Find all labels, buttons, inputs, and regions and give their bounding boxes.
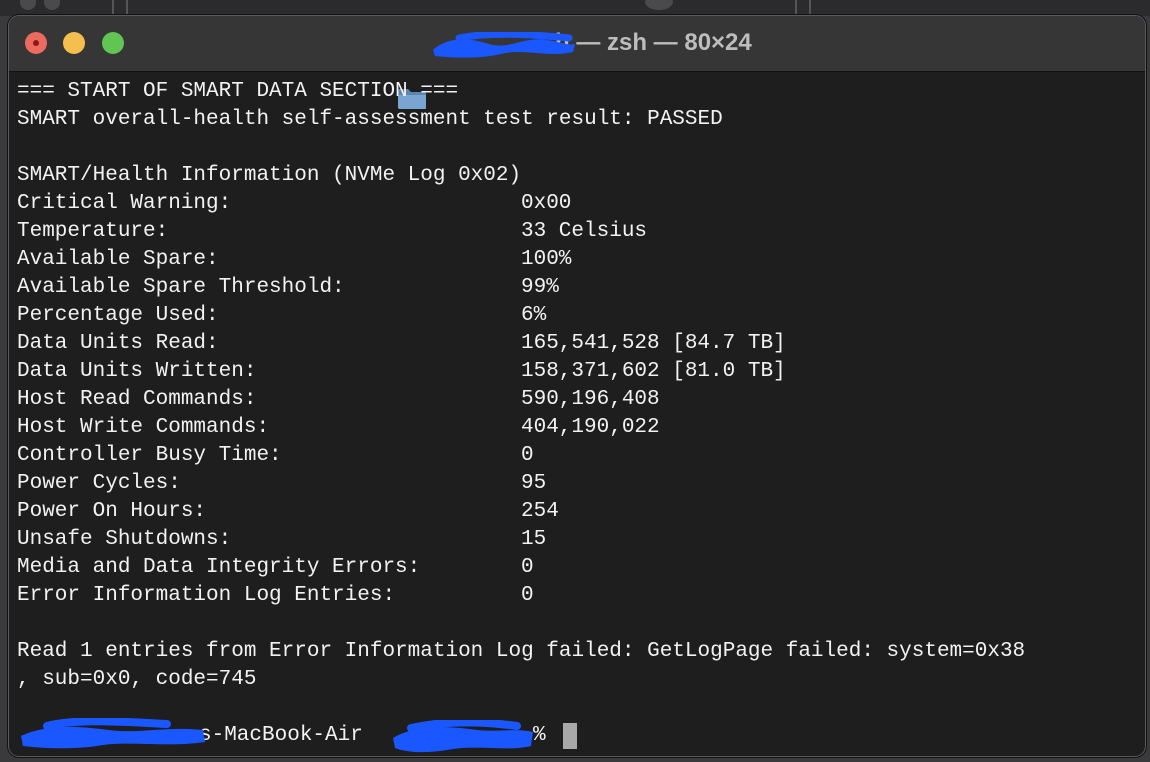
output-line: SMART/Health Information (NVMe Log 0x02)	[17, 164, 522, 187]
output-line: SMART overall-health self-assessment tes…	[17, 108, 723, 131]
background-toolbar	[0, 0, 1150, 16]
smart-key: Media and Data Integrity Errors:	[17, 556, 421, 579]
shell-prompt[interactable]: s-MacBook-Air %	[17, 722, 1141, 750]
smart-value: 590,196,408	[521, 388, 660, 411]
prompt-host: s-MacBook-Air	[199, 724, 363, 747]
smart-value: 6%	[521, 304, 547, 327]
smart-row: Media and Data Integrity Errors: 0	[17, 554, 1141, 582]
smart-key: Unsafe Shutdowns:	[17, 528, 232, 551]
smart-row: Available Spare: 100%	[17, 246, 1141, 274]
background-button-icon	[645, 0, 673, 10]
background-circle-icon	[20, 0, 36, 10]
smart-value: 0	[521, 556, 534, 579]
smart-row: Host Write Commands: 404,190,022	[17, 414, 1141, 442]
smart-row: Available Spare Threshold: 99%	[17, 274, 1141, 302]
prompt-redacted-user	[17, 722, 206, 750]
smart-value: 158,371,602 [81.0 TB]	[521, 360, 786, 383]
terminal-window: h — zsh — 80×24 === START OF SMART DATA …	[8, 15, 1146, 757]
smart-value: 254	[521, 500, 559, 523]
smart-key: Percentage Used:	[17, 304, 219, 327]
smart-row: Data Units Written: 158,371,602 [81.0 TB]	[17, 358, 1141, 386]
smart-key: Available Spare Threshold:	[17, 276, 345, 299]
output-line: === START OF SMART DATA SECTION ===	[17, 80, 459, 103]
smart-key: Temperature:	[17, 220, 169, 243]
background-doc-icon	[795, 0, 811, 16]
smart-row: Power On Hours: 254	[17, 498, 1141, 526]
smart-row: Data Units Read: 165,541,528 [84.7 TB]	[17, 330, 1141, 358]
smart-key: Host Read Commands:	[17, 388, 257, 411]
error-line: , sub=0x0, code=745	[17, 668, 257, 691]
smart-value: 404,190,022	[521, 416, 660, 439]
smart-row: Controller Busy Time: 0	[17, 442, 1141, 470]
background-sidebar-icon	[112, 0, 128, 16]
smart-key: Critical Warning:	[17, 192, 232, 215]
smart-key: Available Spare:	[17, 248, 219, 271]
background-circle-icon	[44, 0, 60, 10]
smart-value: 0	[521, 584, 534, 607]
error-line: Read 1 entries from Error Information Lo…	[17, 640, 1026, 663]
smart-value: 33 Celsius	[521, 220, 648, 243]
terminal-output[interactable]: === START OF SMART DATA SECTION === SMAR…	[17, 78, 1141, 753]
maximize-button[interactable]	[102, 32, 124, 54]
smart-value: 165,541,528 [84.7 TB]	[521, 332, 786, 355]
smart-value: 15	[521, 528, 547, 551]
smart-value: 95	[521, 472, 547, 495]
smart-value: 99%	[521, 276, 559, 299]
smart-key: Host Write Commands:	[17, 416, 270, 439]
redaction-scribble	[433, 32, 575, 58]
prompt-symbol: %	[533, 724, 546, 747]
smart-row: Percentage Used: 6%	[17, 302, 1141, 330]
smart-key: Controller Busy Time:	[17, 444, 282, 467]
smart-row: Error Information Log Entries: 0	[17, 582, 1141, 610]
minimize-button[interactable]	[63, 32, 85, 54]
smart-row: Host Read Commands: 590,196,408	[17, 386, 1141, 414]
smart-value: 100%	[521, 248, 572, 271]
smart-key: Power On Hours:	[17, 500, 207, 523]
text-cursor[interactable]	[563, 722, 577, 750]
smart-row: Power Cycles: 95	[17, 470, 1141, 498]
folder-icon	[397, 32, 427, 109]
title-bar[interactable]: h — zsh — 80×24	[9, 16, 1145, 109]
smart-value: 0x00	[521, 192, 572, 215]
close-button[interactable]	[25, 32, 47, 54]
window-title-text: h — zsh — 80×24	[555, 29, 752, 56]
smart-key: Data Units Written:	[17, 360, 257, 383]
smart-row: Unsafe Shutdowns: 15	[17, 526, 1141, 554]
smart-value: 0	[521, 444, 534, 467]
smart-row: Critical Warning: 0x00	[17, 190, 1141, 218]
smart-row: Temperature: 33 Celsius	[17, 218, 1141, 246]
smart-key: Error Information Log Entries:	[17, 584, 396, 607]
smart-key: Data Units Read:	[17, 332, 219, 355]
smart-key: Power Cycles:	[17, 472, 181, 495]
